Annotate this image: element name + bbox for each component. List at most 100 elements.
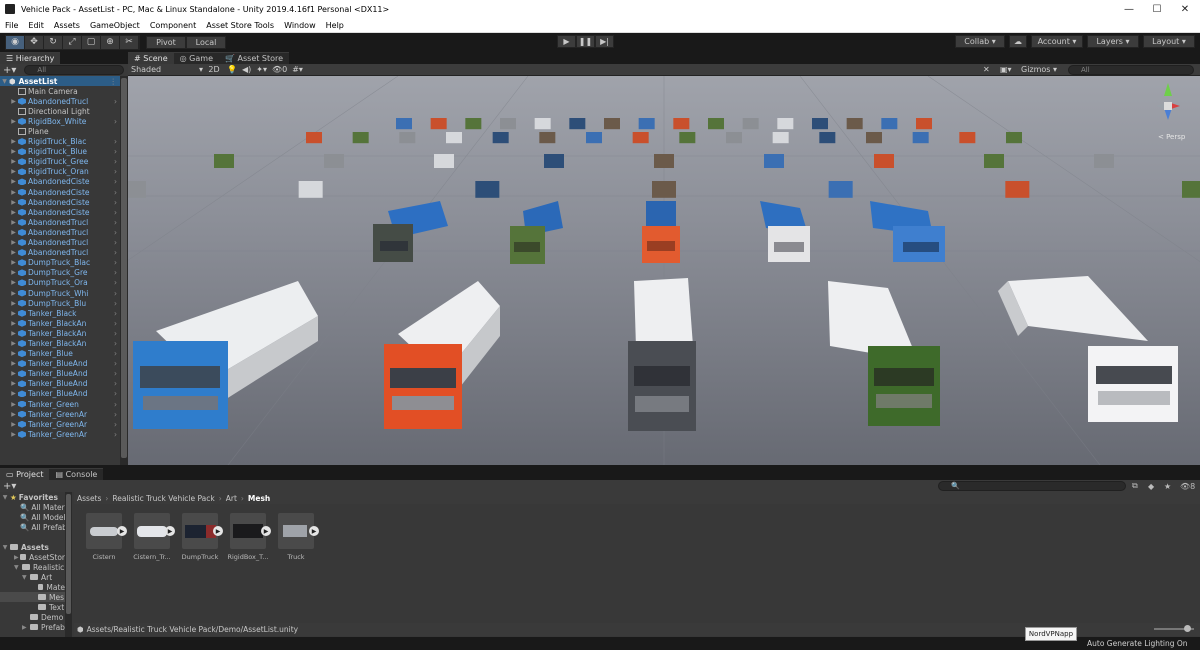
tab-hierarchy[interactable]: ☰ Hierarchy	[0, 52, 61, 64]
distant-truck[interactable]	[399, 132, 416, 144]
distant-truck[interactable]	[881, 118, 898, 130]
account-button[interactable]: Account ▾	[1031, 35, 1083, 48]
expand-arrow-icon[interactable]: ▶	[9, 380, 18, 387]
effects-icon[interactable]: ✦▾	[256, 65, 267, 74]
menu-window[interactable]: Window	[279, 21, 321, 30]
distant-truck[interactable]	[638, 118, 655, 130]
expand-arrow-icon[interactable]: ▶	[9, 209, 18, 216]
hidden-objects-icon[interactable]: 👁0	[272, 65, 287, 74]
layers-button[interactable]: Layers ▾	[1087, 35, 1139, 48]
distant-truck[interactable]	[959, 132, 976, 144]
hierarchy-item[interactable]: Main Camera	[0, 86, 120, 96]
hierarchy-item[interactable]: ▶ RigidTruck_Blac ›	[0, 137, 120, 147]
distant-truck[interactable]	[679, 132, 696, 144]
distant-truck[interactable]	[812, 118, 828, 130]
layout-button[interactable]: Layout ▾	[1143, 35, 1195, 48]
step-icon[interactable]: ▶|	[595, 35, 614, 48]
hierarchy-item[interactable]: ▶ Tanker_GreenAr ›	[0, 409, 120, 419]
expand-arrow-icon[interactable]: ▶	[9, 310, 18, 317]
hierarchy-item[interactable]: ▶ DumpTruck_Whi ›	[0, 288, 120, 298]
filter-label-icon[interactable]: ◆	[1148, 482, 1154, 491]
distant-truck[interactable]	[819, 132, 836, 144]
expand-play-icon[interactable]: ▶	[117, 526, 127, 536]
hidden-packages-icon[interactable]: 👁8	[1180, 482, 1195, 491]
menu-component[interactable]: Component	[145, 21, 201, 30]
rotate-tool-icon[interactable]: ↻	[44, 35, 63, 49]
menu-edit[interactable]: Edit	[23, 21, 49, 30]
rect-tool-icon[interactable]: ▢	[82, 35, 101, 49]
shading-dropdown[interactable]: Shaded ▾	[128, 65, 203, 74]
distant-truck[interactable]	[772, 132, 789, 144]
close-icon[interactable]: ✕	[1171, 0, 1199, 18]
hierarchy-item[interactable]: ▶ RigidTruck_Oran ›	[0, 167, 120, 177]
distant-truck[interactable]	[446, 132, 462, 144]
expand-arrow-icon[interactable]: ▶	[9, 350, 18, 357]
expand-arrow-icon[interactable]: ▶	[9, 118, 18, 125]
tree-materials[interactable]: Mate	[0, 582, 65, 592]
more-icon[interactable]: ⋮	[110, 77, 121, 86]
expand-arrow-icon[interactable]: ▶	[9, 411, 18, 418]
tree-textures[interactable]: Text	[0, 602, 65, 612]
tools-icon[interactable]: ✕	[983, 65, 990, 74]
expand-arrow-icon[interactable]: ▶	[9, 279, 18, 286]
mode-2d-button[interactable]: 2D	[207, 65, 221, 74]
distant-truck[interactable]	[214, 154, 234, 168]
tree-demo[interactable]: Demo	[0, 612, 65, 622]
hierarchy-item[interactable]: ▶ Tanker_GreenAr ›	[0, 419, 120, 429]
tab-game[interactable]: ◎ Game	[173, 52, 219, 64]
maximize-icon[interactable]: ☐	[1143, 0, 1171, 18]
expand-arrow-icon[interactable]: ▶	[9, 431, 18, 438]
expand-arrow-icon[interactable]: ▶	[9, 168, 18, 175]
hierarchy-item[interactable]: ▶ AbandonedTrucl ›	[0, 217, 120, 227]
expand-play-icon[interactable]: ▶	[213, 526, 223, 536]
distant-truck[interactable]	[396, 118, 412, 130]
expand-arrow-icon[interactable]: ▶	[9, 330, 18, 337]
expand-arrow-icon[interactable]: ▶	[9, 300, 18, 307]
filter-type-icon[interactable]: ⧉	[1132, 481, 1138, 491]
distant-truck[interactable]	[475, 181, 500, 198]
hierarchy-item[interactable]: ▶ Tanker_BlackAn ›	[0, 318, 120, 328]
tree-prefab[interactable]: ▶ Prefab	[0, 622, 65, 632]
expand-arrow-icon[interactable]: ▶	[9, 239, 18, 246]
distant-truck[interactable]	[673, 118, 690, 130]
expand-arrow-icon[interactable]: ▶	[9, 178, 18, 185]
custom-tool-icon[interactable]: ✂	[120, 35, 139, 49]
project-tree-scrollbar[interactable]	[65, 492, 72, 637]
distant-truck[interactable]	[324, 154, 344, 168]
tab-asset-store[interactable]: 🛒 Asset Store	[219, 52, 290, 64]
distant-truck[interactable]	[539, 132, 556, 144]
hierarchy-item[interactable]: ▶ DumpTruck_Blac ›	[0, 258, 120, 268]
distant-truck[interactable]	[828, 181, 853, 198]
distant-truck[interactable]	[1182, 181, 1200, 198]
distant-truck[interactable]	[352, 132, 369, 144]
scene-search-input[interactable]: All	[1068, 64, 1194, 75]
favorite-star-icon[interactable]: ★	[1164, 482, 1171, 491]
distant-truck[interactable]	[632, 132, 649, 144]
hierarchy-item[interactable]: ▶ RigidTruck_Gree ›	[0, 157, 120, 167]
hierarchy-item[interactable]: ▶ DumpTruck_Blu ›	[0, 298, 120, 308]
hierarchy-item[interactable]: ▶ Tanker_BlackAn ›	[0, 338, 120, 348]
hierarchy-item[interactable]: ▶ Tanker_BlueAnd ›	[0, 369, 120, 379]
scale-tool-icon[interactable]: ⤢	[63, 35, 82, 49]
distant-truck[interactable]	[912, 132, 929, 144]
hierarchy-item[interactable]: ▶ AbandonedTrucl ›	[0, 227, 120, 237]
asset-item-rigidbox[interactable]: ▶ RigidBox_T...	[227, 513, 271, 561]
lighting-icon[interactable]: 💡	[227, 65, 237, 74]
distant-truck[interactable]	[866, 132, 882, 144]
tab-project[interactable]: ▭ Project	[0, 468, 50, 480]
expand-play-icon[interactable]: ▶	[261, 526, 271, 536]
hierarchy-search-input[interactable]: All	[24, 65, 125, 75]
hierarchy-item[interactable]: ▶ Tanker_BlackAn ›	[0, 328, 120, 338]
cloud-icon[interactable]: ☁	[1009, 35, 1027, 48]
expand-arrow-icon[interactable]: ▶	[9, 390, 18, 397]
distant-truck[interactable]	[534, 118, 551, 130]
hierarchy-item[interactable]: ▶ Tanker_BlueAnd ›	[0, 359, 120, 369]
distant-truck[interactable]	[1005, 181, 1030, 198]
tree-art[interactable]: ▼ Art	[0, 572, 65, 582]
asset-item-cistern-truck[interactable]: ▶ Cistern_Tr...	[133, 513, 175, 561]
box-truck-dark[interactable]	[628, 278, 696, 431]
distant-truck[interactable]	[726, 132, 742, 144]
hierarchy-scrollbar[interactable]	[120, 76, 128, 465]
hierarchy-item[interactable]: ▶ AbandonedTrucl ›	[0, 248, 120, 258]
add-icon[interactable]: +▾	[3, 65, 16, 76]
